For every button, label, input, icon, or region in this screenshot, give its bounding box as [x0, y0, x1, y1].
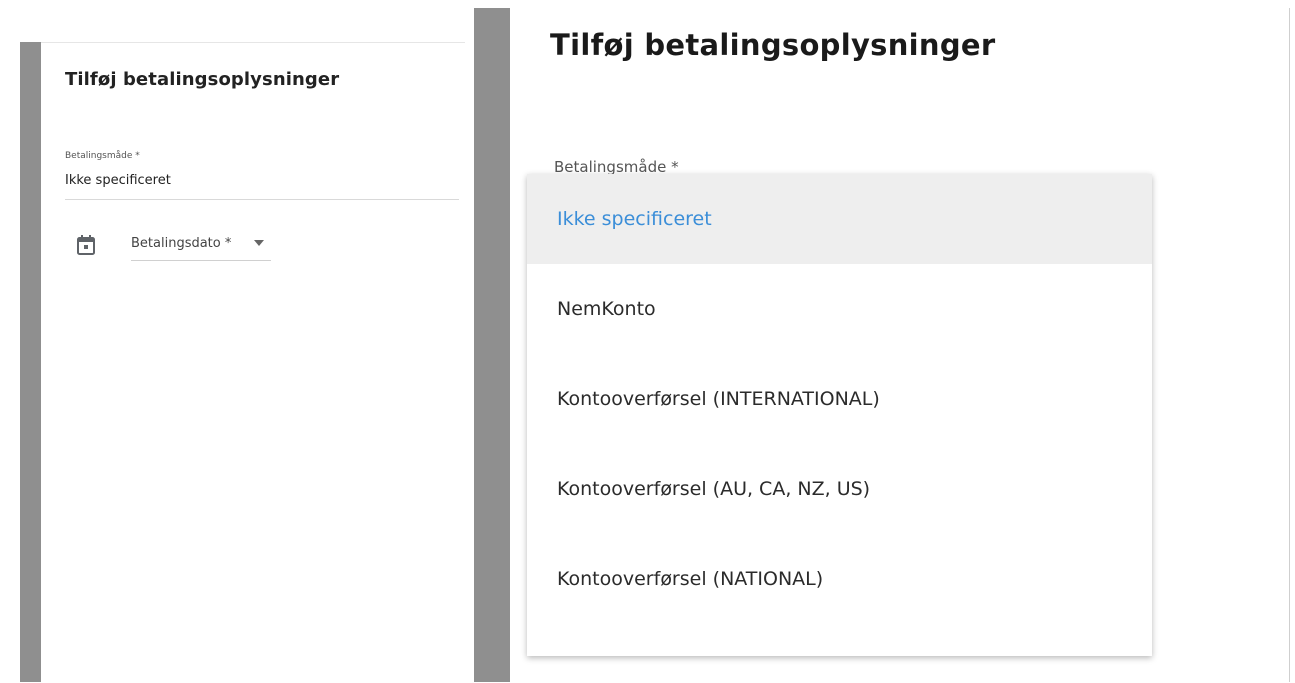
right-card-border [1289, 8, 1290, 682]
dropdown-option[interactable]: Kontooverførsel (NATIONAL) [527, 534, 1152, 624]
right-page-title: Tilføj betalingsoplysninger [550, 28, 996, 62]
chevron-down-icon[interactable] [254, 240, 264, 246]
dropdown-option[interactable]: Ikke specificeret [527, 174, 1152, 264]
payment-method-field[interactable]: Betalingsmåde * Ikke specificeret [65, 151, 459, 200]
calendar-icon[interactable] [77, 235, 95, 255]
dropdown-option[interactable]: Kontooverførsel (AU, CA, NZ, US) [527, 444, 1152, 534]
left-form-card: Tilføj betalingsoplysninger Betalingsmåd… [41, 42, 465, 683]
dropdown-option[interactable]: NemKonto [527, 264, 1152, 354]
payment-date-row: Betalingsdato * [77, 233, 277, 261]
payment-method-value: Ikke specificeret [65, 173, 171, 188]
payment-method-label: Betalingsmåde * [65, 151, 140, 161]
payment-date-label: Betalingsdato * [131, 236, 232, 251]
left-page-title: Tilføj betalingsoplysninger [65, 69, 340, 90]
payment-method-dropdown: Ikke specificeret NemKonto Kontooverførs… [527, 174, 1152, 656]
right-side-strip [474, 8, 510, 682]
left-side-strip [20, 42, 41, 682]
dropdown-option[interactable]: Kontooverførsel (INTERNATIONAL) [527, 354, 1152, 444]
payment-date-field[interactable]: Betalingsdato * [131, 233, 271, 261]
